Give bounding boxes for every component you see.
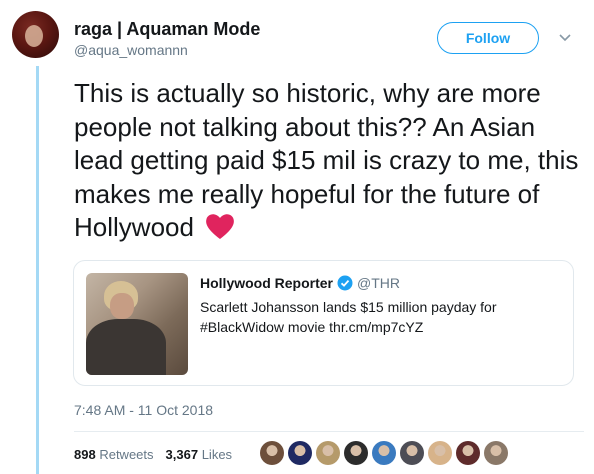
quoted-tweet-card[interactable]: Hollywood Reporter @THR Scarlett Johanss… bbox=[73, 260, 574, 386]
follow-button[interactable]: Follow bbox=[437, 22, 539, 54]
quoted-author-handle[interactable]: @THR bbox=[357, 275, 400, 291]
display-name[interactable]: raga | Aquaman Mode bbox=[74, 18, 260, 40]
retweets-label: Retweets bbox=[99, 447, 154, 462]
thread-line bbox=[36, 66, 39, 474]
liker-avatar[interactable] bbox=[400, 441, 424, 465]
liker-avatar[interactable] bbox=[288, 441, 312, 465]
liker-avatar[interactable] bbox=[260, 441, 284, 465]
avatar-face bbox=[25, 25, 43, 47]
avatar[interactable] bbox=[12, 11, 59, 58]
liker-avatar[interactable] bbox=[428, 441, 452, 465]
likes-stat[interactable]: 3,367 Likes bbox=[166, 447, 233, 462]
red-heart-icon bbox=[206, 214, 235, 239]
quoted-tweet-image[interactable] bbox=[86, 273, 188, 375]
tweet-text: This is actually so historic, why are mo… bbox=[74, 78, 579, 242]
image-face bbox=[110, 293, 134, 319]
liker-avatars bbox=[260, 441, 512, 465]
quoted-tweet-author: Hollywood Reporter @THR bbox=[200, 275, 565, 291]
liker-avatar[interactable] bbox=[316, 441, 340, 465]
tweet-timestamp[interactable]: 7:48 AM - 11 Oct 2018 bbox=[74, 402, 213, 418]
tweet-stats: 898 Retweets 3,367 Likes bbox=[74, 447, 244, 462]
likes-count: 3,367 bbox=[165, 447, 199, 462]
quoted-tweet-body: Hollywood Reporter @THR Scarlett Johanss… bbox=[200, 275, 565, 337]
verified-badge-icon bbox=[337, 275, 353, 291]
liker-avatar[interactable] bbox=[372, 441, 396, 465]
user-handle[interactable]: @aqua_womannn bbox=[74, 42, 260, 58]
retweets-stat[interactable]: 898 Retweets bbox=[74, 447, 154, 462]
retweets-count: 898 bbox=[74, 447, 96, 462]
liker-avatar[interactable] bbox=[456, 441, 480, 465]
quoted-tweet-text: Scarlett Johansson lands $15 million pay… bbox=[200, 299, 497, 335]
liker-avatar[interactable] bbox=[344, 441, 368, 465]
tweet-body: This is actually so historic, why are mo… bbox=[74, 77, 584, 245]
quoted-author-name[interactable]: Hollywood Reporter bbox=[200, 275, 333, 291]
image-body bbox=[86, 319, 166, 375]
liker-avatar[interactable] bbox=[484, 441, 508, 465]
likes-label: Likes bbox=[201, 447, 233, 462]
divider bbox=[74, 431, 584, 432]
tweet-header: raga | Aquaman Mode @aqua_womannn bbox=[74, 18, 260, 58]
chevron-down-icon[interactable] bbox=[558, 30, 572, 44]
